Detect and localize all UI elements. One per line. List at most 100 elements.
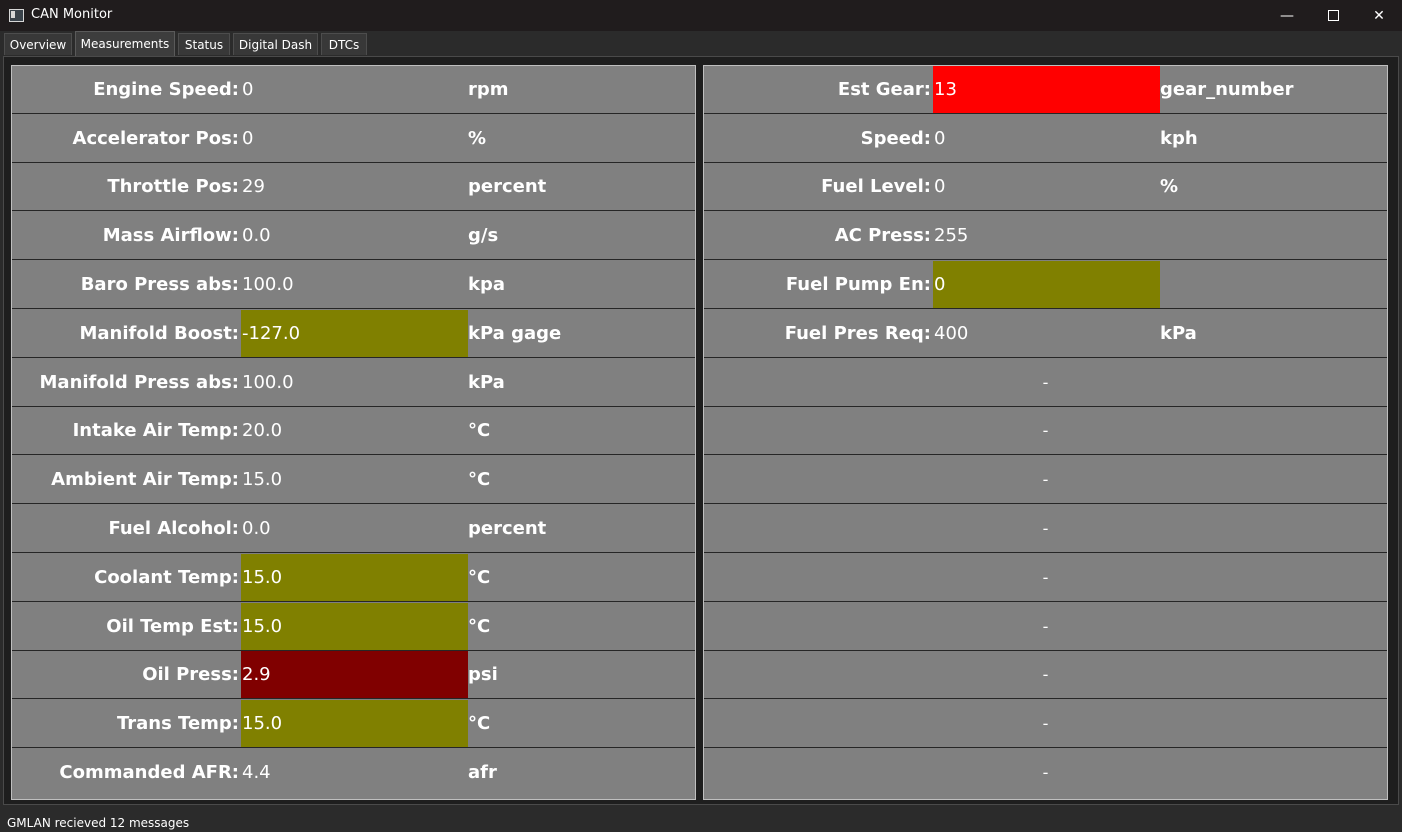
empty-slot: -: [1042, 665, 1049, 684]
tab-digital-dash[interactable]: Digital Dash: [233, 33, 318, 55]
measurement-unit: percent: [468, 176, 547, 197]
measurement-value: 15.0: [241, 603, 468, 650]
measurement-row: Manifold Press abs: 100.0 kPa: [12, 359, 695, 407]
measurement-row: Accelerator Pos: 0%: [12, 115, 695, 163]
measurement-row: Ambient Air Temp: 15.0 °C: [12, 456, 695, 504]
measurement-value: 29: [242, 176, 265, 197]
measurement-row: -: [704, 603, 1387, 651]
measurement-label: Oil Temp Est:: [106, 616, 239, 637]
measurement-row: Fuel Alcohol: 0.0 percent: [12, 505, 695, 553]
empty-slot: -: [1042, 714, 1049, 733]
measurement-row: -: [704, 651, 1387, 699]
measurement-value: 4.4: [242, 762, 271, 783]
measurement-label: Manifold Boost:: [79, 323, 239, 344]
measurement-unit: [1160, 261, 1386, 308]
tab-dtcs[interactable]: DTCs: [321, 33, 367, 55]
app-icon: [9, 9, 24, 22]
empty-slot: -: [1042, 763, 1049, 782]
measurement-row: Oil Temp Est: 15.0 °C: [12, 603, 695, 651]
status-message: GMLAN recieved 12 messages: [7, 816, 190, 830]
measurement-unit: afr: [468, 762, 497, 783]
measurement-label: Intake Air Temp:: [72, 420, 239, 441]
measurements-panel-right: Est Gear: 13 gear_number Speed: 0 kph Fuel Lev…: [703, 65, 1388, 800]
measurement-value: 100.0: [242, 372, 294, 393]
measurement-row: Trans Temp: 15.0 °C: [12, 700, 695, 748]
measurement-label: Speed:: [860, 128, 931, 149]
measurement-value: 255: [934, 225, 969, 246]
maximize-button[interactable]: [1310, 0, 1356, 31]
measurement-unit: kph: [1160, 128, 1198, 149]
measurement-label: Throttle Pos:: [107, 176, 239, 197]
empty-slot: -: [1042, 568, 1049, 587]
measurement-unit: °C: [468, 567, 491, 588]
measurement-label: AC Press:: [834, 225, 931, 246]
measurement-unit: %: [468, 128, 487, 149]
measurement-label: Engine Speed:: [93, 79, 239, 100]
measurement-value: 0.0: [242, 518, 271, 539]
measurement-label: Ambient Air Temp:: [51, 469, 239, 490]
measurement-label: Commanded AFR:: [59, 762, 239, 783]
measurement-unit: %: [1160, 176, 1179, 197]
measurement-row: Coolant Temp: 15.0 °C: [12, 554, 695, 602]
measurement-row: -: [704, 700, 1387, 748]
measurement-unit: °C: [468, 420, 491, 441]
measurement-row: Est Gear: 13 gear_number: [704, 66, 1387, 114]
tab-bar: Overview Measurements Status Digital Das…: [0, 31, 1402, 56]
status-bar: GMLAN recieved 12 messages: [0, 813, 1402, 832]
measurement-unit: kPa gage: [468, 323, 562, 344]
measurement-row: Commanded AFR: 4.4 afr: [12, 749, 695, 797]
measurement-row: Throttle Pos: 29 percent: [12, 163, 695, 211]
close-button[interactable]: ✕: [1356, 0, 1402, 31]
measurement-label: Baro Press abs:: [80, 274, 239, 295]
empty-slot: -: [1042, 470, 1049, 489]
measurement-value: 0: [242, 128, 254, 149]
empty-slot: -: [1042, 421, 1049, 440]
measurement-label: Trans Temp:: [116, 713, 239, 734]
tab-overview[interactable]: Overview: [4, 33, 72, 55]
measurement-row: -: [704, 359, 1387, 407]
empty-slot: -: [1042, 519, 1049, 538]
window-title: CAN Monitor: [31, 7, 113, 22]
measurement-row: Oil Press: 2.9 psi: [12, 651, 695, 699]
measurement-label: Accelerator Pos:: [72, 128, 239, 149]
measurement-unit: [1160, 212, 1386, 259]
measurement-row: Fuel Pump En: 0: [704, 261, 1387, 309]
measurement-unit: °C: [468, 469, 491, 490]
measurements-panel-left: Engine Speed: 0 rpm Accelerator Pos: 0% Throt…: [11, 65, 696, 800]
measurement-label: Oil Press:: [142, 664, 239, 685]
measurement-unit: kPa: [1160, 323, 1197, 344]
measurement-row: -: [704, 456, 1387, 504]
measurement-label: Fuel Alcohol:: [108, 518, 239, 539]
measurement-unit: psi: [468, 664, 498, 685]
title-bar: CAN Monitor — ✕: [0, 0, 1402, 31]
measurement-row: AC Press: 255: [704, 212, 1387, 260]
measurement-label: Fuel Level:: [821, 176, 931, 197]
minimize-button[interactable]: —: [1264, 0, 1310, 31]
measurement-value: 20.0: [242, 420, 283, 441]
empty-slot: -: [1042, 373, 1049, 392]
measurement-value: 15.0: [242, 469, 283, 490]
measurement-row: Baro Press abs: 100.0 kpa: [12, 261, 695, 309]
measurement-value: 0.0: [242, 225, 271, 246]
measurement-row: -: [704, 407, 1387, 455]
measurement-label: Est Gear:: [837, 79, 931, 100]
measurement-row: -: [704, 505, 1387, 553]
measurement-unit: °C: [468, 713, 491, 734]
measurement-label: Mass Airflow:: [102, 225, 239, 246]
measurement-unit: kpa: [468, 274, 506, 295]
measurement-value: 0: [934, 128, 946, 149]
measurement-row: Manifold Boost: -127.0 kPa gage: [12, 310, 695, 358]
tab-status[interactable]: Status: [178, 33, 230, 55]
measurement-value: 15.0: [241, 554, 468, 601]
measurement-value: 13: [933, 66, 1160, 113]
measurement-value: -127.0: [241, 310, 468, 357]
measurement-row: Fuel Level: 0%: [704, 163, 1387, 211]
measurement-unit: °C: [468, 616, 491, 637]
measurement-row: Intake Air Temp: 20.0 °C: [12, 407, 695, 455]
measurement-value: 400: [934, 323, 969, 344]
measurement-unit: g/s: [468, 225, 499, 246]
tab-measurements[interactable]: Measurements: [75, 31, 175, 56]
measurement-value: 100.0: [242, 274, 294, 295]
measurement-value: 0: [933, 261, 1160, 308]
measurement-value: 15.0: [241, 700, 468, 747]
